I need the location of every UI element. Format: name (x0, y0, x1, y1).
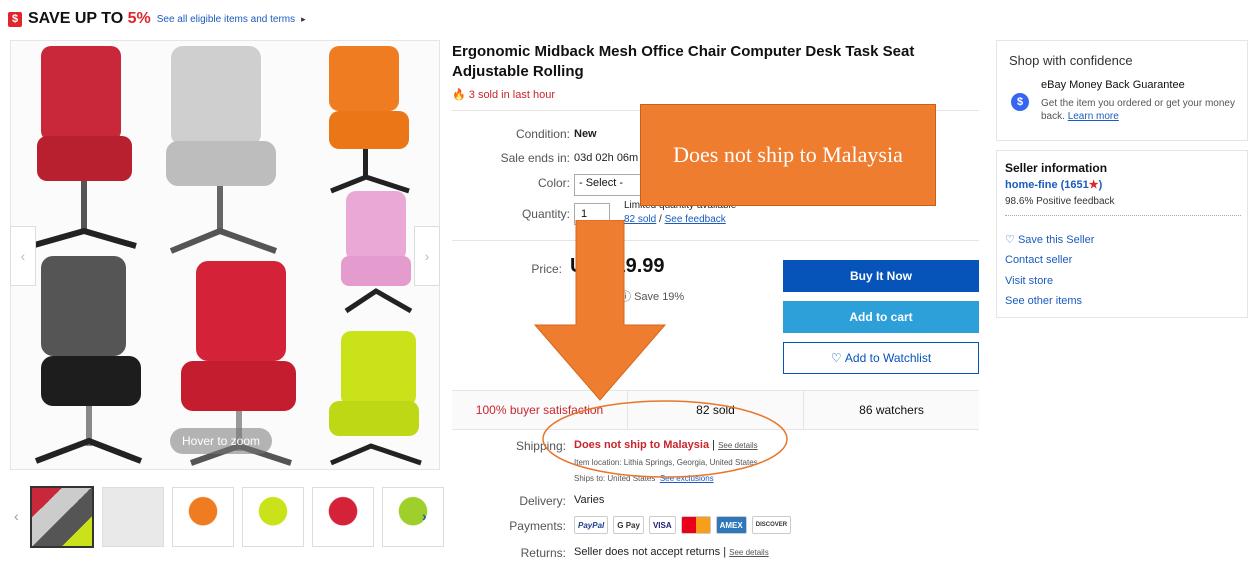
confidence-title: Shop with confidence (1009, 53, 1133, 68)
promo-terms-link[interactable]: See all eligible items and terms (157, 14, 295, 25)
heart-icon: ♡ (1005, 234, 1015, 246)
thumbnail[interactable] (382, 487, 444, 547)
down-arrow-icon (533, 220, 667, 401)
sale-ends-value: 03d 02h 06m (574, 152, 639, 164)
promo-banner: $ SAVE UP TO 5% See all eligible items a… (8, 10, 306, 28)
add-to-cart-button[interactable]: Add to cart (783, 301, 979, 333)
shop-confidence-card: Shop with confidence $ eBay Money Back G… (996, 40, 1248, 141)
money-back-icon: $ (1011, 93, 1029, 111)
save-seller-link[interactable]: ♡ Save this Seller (1005, 233, 1094, 246)
learn-more-link[interactable]: Learn more (1068, 111, 1119, 122)
promo-percent: 5% (127, 10, 151, 27)
visit-store-link[interactable]: Visit store (1005, 275, 1053, 287)
returns-row: Seller does not accept returns | See det… (574, 546, 769, 558)
product-title: Ergonomic Midback Mesh Office Chair Comp… (452, 43, 915, 80)
payment-methods: PayPal G Pay VISA AMEX DISCOVER (574, 516, 792, 534)
payments-label: Payments: (509, 519, 566, 533)
paypal-icon: PayPal (574, 516, 609, 534)
thumbnail-strip (30, 486, 444, 548)
delivery-label: Delivery: (519, 494, 566, 508)
seller-info-card: Seller information home-fine (1651★) 98.… (996, 150, 1248, 318)
quantity-label: Quantity: (521, 207, 570, 221)
contact-seller-link[interactable]: Contact seller (1005, 254, 1072, 266)
seller-name-link[interactable]: home-fine (1651★) (1005, 178, 1102, 191)
condition-label: Condition: (515, 127, 570, 141)
thumbnail[interactable] (242, 487, 304, 547)
delivery-value: Varies (574, 494, 605, 506)
thumbnail[interactable] (102, 487, 164, 547)
color-label: Color: (537, 176, 570, 190)
watchers-count: 86 watchers (859, 403, 924, 417)
thumbs-prev-icon[interactable]: ‹ (14, 508, 19, 524)
gpay-icon: G Pay (613, 516, 644, 534)
amex-icon: AMEX (715, 516, 747, 534)
see-feedback-link[interactable]: See feedback (665, 214, 726, 225)
thumbs-next-icon[interactable]: › (422, 508, 427, 524)
highlight-circle (542, 400, 788, 478)
main-product-image[interactable] (10, 40, 440, 470)
heart-icon: ♡ (830, 351, 842, 365)
fire-icon: 🔥 (452, 89, 466, 101)
thumbnail[interactable] (172, 487, 234, 547)
annotation-callout: Does not ship to Malaysia (640, 104, 936, 206)
image-prev-button[interactable]: ‹ (10, 226, 36, 286)
thumbnail[interactable] (312, 487, 374, 547)
divider (1005, 215, 1241, 216)
returns-label: Returns: (520, 546, 566, 560)
seller-title: Seller information (1005, 161, 1108, 175)
visa-icon: VISA (648, 516, 676, 534)
condition-value: New (574, 128, 597, 140)
promo-text: SAVE UP TO (28, 10, 128, 27)
discover-icon: DISCOVER (751, 516, 792, 534)
hover-zoom-hint: Hover to zoom (170, 428, 273, 454)
mastercard-icon (680, 516, 711, 534)
shopping-bag-icon: $ (8, 11, 22, 27)
star-icon: ★ (1088, 179, 1099, 191)
guarantee-title: eBay Money Back Guarantee (1041, 79, 1185, 91)
chair-collage-image (30, 46, 422, 466)
buy-it-now-button[interactable]: Buy It Now (783, 260, 979, 292)
sale-ends-label: Sale ends in: (500, 151, 570, 165)
sold-recent: 🔥 3 sold in last hour (452, 89, 555, 101)
guarantee-desc: Get the item you ordered or get your mon… (1041, 98, 1235, 122)
add-to-watchlist-button[interactable]: ♡ Add to Watchlist (783, 342, 979, 374)
color-select[interactable]: - Select - (574, 174, 644, 196)
seller-feedback: 98.6% Positive feedback (1005, 196, 1115, 207)
chevron-right-icon: ▸ (301, 13, 306, 24)
see-other-items-link[interactable]: See other items (1005, 295, 1082, 307)
thumbnail[interactable] (30, 486, 94, 548)
image-next-button[interactable]: › (414, 226, 440, 286)
returns-details-link[interactable]: See details (729, 548, 769, 557)
